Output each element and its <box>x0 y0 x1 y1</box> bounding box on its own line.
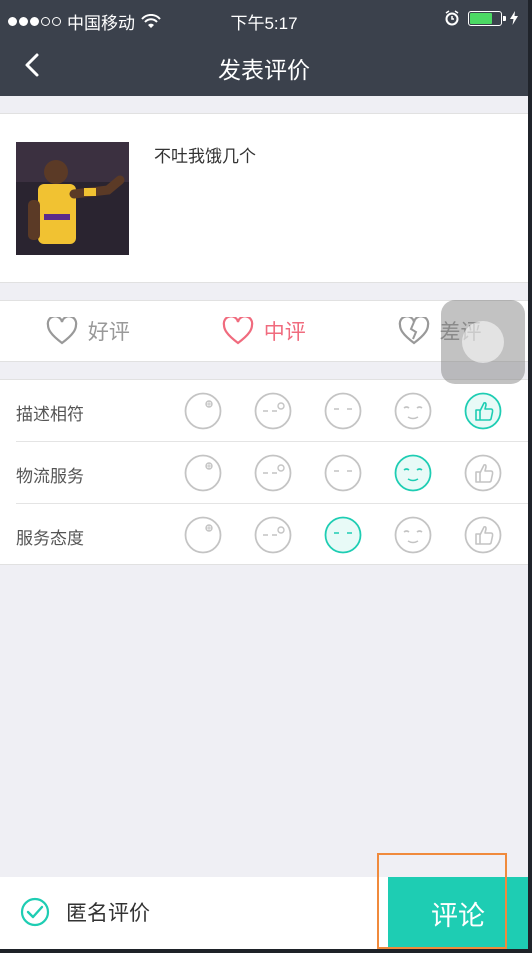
detail-row-service: 服务态度 <box>0 504 528 566</box>
heart-outline-icon <box>46 317 78 345</box>
happy-face-icon[interactable] <box>394 454 432 492</box>
battery-icon <box>468 10 506 26</box>
rating-neutral-label: 中评 <box>263 321 306 344</box>
happy-face-icon[interactable] <box>394 516 432 554</box>
nav-bar: 发表评价 <box>0 36 528 96</box>
screen-edge <box>528 0 532 953</box>
anonymous-label: 匿名评价 <box>66 902 150 925</box>
very-unhappy-face-icon[interactable] <box>184 454 222 492</box>
happy-face-icon[interactable] <box>394 392 432 430</box>
anonymous-toggle[interactable]: 匿名评价 <box>20 897 150 927</box>
product-card: 不吐我饿几个 <box>0 113 528 283</box>
rating-good[interactable]: 好评 <box>0 301 176 361</box>
unhappy-face-icon[interactable] <box>254 392 292 430</box>
screen-edge-bottom <box>0 949 532 953</box>
heart-active-icon <box>222 317 253 345</box>
product-name: 不吐我饿几个 <box>154 147 256 166</box>
broken-heart-icon <box>398 317 429 345</box>
detail-label: 描述相符 <box>16 405 84 424</box>
phone-screen: 中国移动 下午5:17 发表评价 不吐我饿几个 好评 中评 差评 描述相符 物流… <box>0 0 528 949</box>
detail-row-logistics: 物流服务 <box>0 442 528 504</box>
thumbs-up-icon[interactable] <box>464 516 502 554</box>
unhappy-face-icon[interactable] <box>254 454 292 492</box>
detail-row-description: 描述相符 <box>0 380 528 442</box>
neutral-face-icon[interactable] <box>324 516 362 554</box>
very-unhappy-face-icon[interactable] <box>184 392 222 430</box>
neutral-face-icon[interactable] <box>324 392 362 430</box>
rating-neutral[interactable]: 中评 <box>176 301 352 361</box>
very-unhappy-face-icon[interactable] <box>184 516 222 554</box>
neutral-face-icon[interactable] <box>324 454 362 492</box>
page-title: 发表评价 <box>218 57 310 83</box>
rating-good-label: 好评 <box>87 321 130 344</box>
detail-label: 服务态度 <box>16 529 84 548</box>
charging-icon <box>510 11 518 25</box>
highlight-box <box>377 853 507 949</box>
unhappy-face-icon[interactable] <box>254 516 292 554</box>
alarm-clock-icon <box>445 10 459 26</box>
assistive-touch-button[interactable] <box>441 300 525 384</box>
detail-label: 物流服务 <box>16 467 84 486</box>
thumbs-up-icon[interactable] <box>464 392 502 430</box>
status-bar: 中国移动 下午5:17 <box>0 0 528 36</box>
product-image <box>16 142 129 255</box>
detail-ratings: 描述相符 物流服务 服务态度 <box>0 379 528 565</box>
thumbs-up-icon[interactable] <box>464 454 502 492</box>
status-right <box>444 10 518 26</box>
check-circle-icon <box>20 897 50 927</box>
